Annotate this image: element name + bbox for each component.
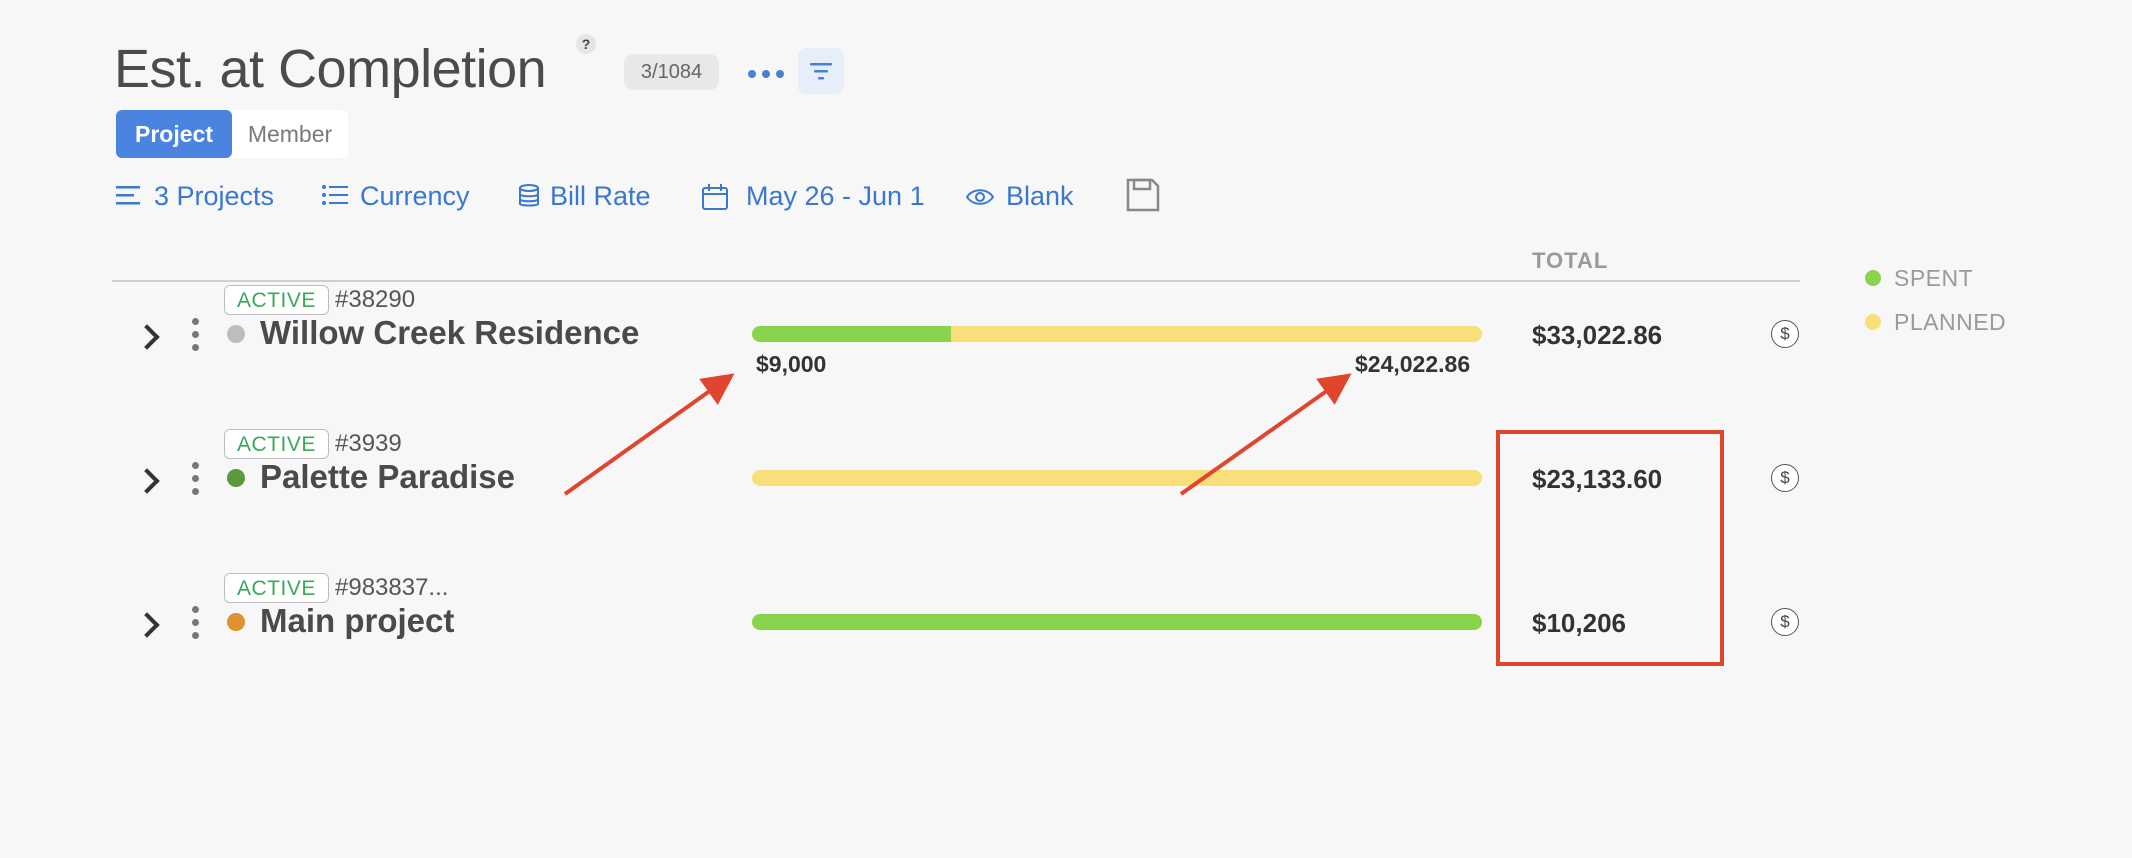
annotation-arrows: [563, 373, 1352, 496]
annotation-arrow: [1179, 373, 1352, 496]
annotation-arrow: [563, 373, 735, 496]
